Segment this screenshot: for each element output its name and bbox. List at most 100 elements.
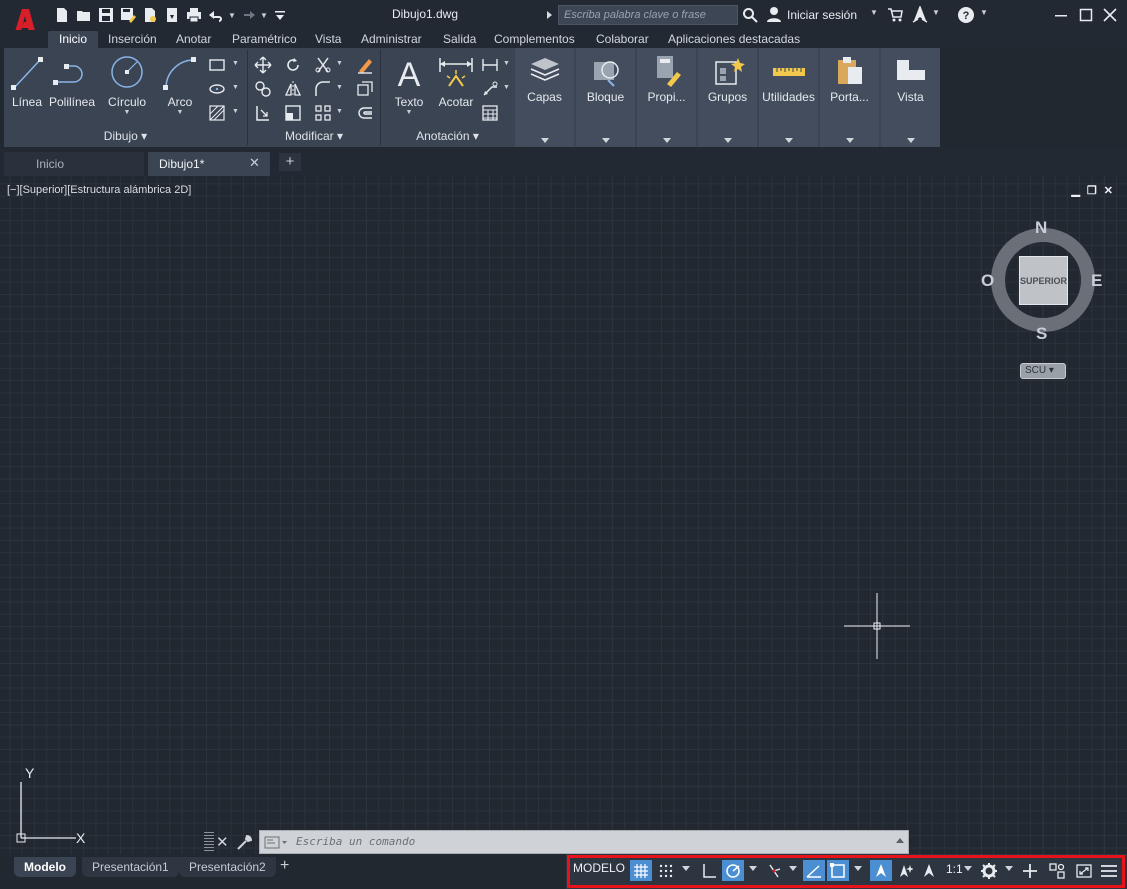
menu-icon[interactable] [1098, 860, 1120, 881]
chevron-down-icon[interactable]: ▼ [932, 8, 940, 17]
undo-dropdown-icon[interactable]: ▼ [228, 5, 236, 25]
autodesk-a360-icon[interactable] [911, 6, 929, 24]
chevron-down-icon[interactable]: ▼ [232, 84, 239, 91]
stretch-icon[interactable] [254, 104, 272, 122]
viewport-minimize-icon[interactable]: ▁ [1071, 184, 1079, 197]
gradient-icon[interactable] [208, 104, 226, 122]
scale-icon[interactable] [284, 104, 302, 122]
line-tool[interactable]: Línea [10, 54, 44, 109]
viewcube[interactable]: N S E O SUPERIOR [981, 218, 1102, 344]
layout-tab-modelo[interactable]: Modelo [14, 857, 76, 877]
tab-vista[interactable]: Vista [315, 31, 341, 49]
chevron-down-icon[interactable]: ▼ [503, 60, 510, 67]
redo-dropdown-icon[interactable]: ▼ [260, 5, 268, 25]
tab-anotar[interactable]: Anotar [176, 31, 211, 49]
explode-icon[interactable] [356, 80, 374, 98]
viewcube-south[interactable]: S [1036, 324, 1047, 344]
isometric-drafting-icon[interactable] [763, 860, 785, 881]
command-line-close-icon[interactable]: ✕ [216, 833, 229, 851]
close-icon[interactable] [1099, 4, 1121, 26]
command-input[interactable]: Escriba un comando [259, 830, 909, 854]
copy-icon[interactable] [254, 80, 272, 98]
chevron-down-icon[interactable] [854, 866, 862, 871]
save-icon[interactable] [96, 5, 116, 25]
chevron-down-icon[interactable]: ▼ [336, 60, 343, 67]
panel-utilidades[interactable]: Utilidades [759, 48, 818, 147]
panel-modificar-label[interactable]: Modificar ▾ [248, 129, 380, 143]
signin-button[interactable]: Iniciar sesión [787, 8, 857, 22]
save-web-icon[interactable] [162, 5, 182, 25]
tab-salida[interactable]: Salida [443, 31, 476, 49]
viewport-controls-label[interactable]: [−][Superior][Estructura alámbrica 2D] [7, 184, 191, 196]
command-history-icon[interactable] [264, 836, 288, 849]
new-icon[interactable] [52, 5, 72, 25]
offset-icon[interactable] [356, 104, 374, 122]
object-snap-tracking-icon[interactable] [803, 860, 825, 881]
minimize-icon[interactable] [1050, 4, 1072, 26]
chevron-down-icon[interactable] [964, 866, 972, 871]
tab-administrar[interactable]: Administrar [361, 31, 422, 49]
fullscreen-icon[interactable] [1073, 860, 1095, 881]
viewcube-north[interactable]: N [1035, 218, 1047, 238]
viewport-restore-icon[interactable]: ❐ [1087, 184, 1097, 197]
file-tab-inicio[interactable]: Inicio [4, 152, 144, 176]
user-icon[interactable] [766, 6, 782, 22]
help-icon[interactable]: ? [957, 6, 975, 24]
model-space-button[interactable]: MODELO [573, 861, 625, 875]
chevron-down-icon[interactable] [682, 866, 690, 871]
viewcube-east[interactable]: E [1091, 271, 1102, 291]
fillet-icon[interactable] [314, 80, 332, 98]
ortho-mode-icon[interactable] [698, 860, 720, 881]
rectangle-icon[interactable] [208, 56, 226, 74]
isolate-objects-icon[interactable] [1046, 860, 1068, 881]
plus-icon[interactable] [1019, 860, 1041, 881]
grid-toggle-icon[interactable] [630, 860, 652, 881]
open-web-icon[interactable] [140, 5, 160, 25]
add-layout-icon[interactable]: + [280, 857, 289, 875]
panel-portapapeles[interactable]: Porta... [820, 48, 879, 147]
ucs-icon[interactable]: Y X [14, 765, 94, 848]
search-input[interactable]: Escriba palabra clave o frase [558, 5, 738, 25]
arc-tool[interactable]: Arco ▼ [162, 54, 198, 116]
viewcube-west[interactable]: O [981, 271, 994, 291]
panel-grupos[interactable]: Grupos [698, 48, 757, 147]
search-icon[interactable] [742, 7, 758, 23]
chevron-down-icon[interactable]: ▼ [980, 8, 988, 17]
panel-bloque[interactable]: Bloque [576, 48, 635, 147]
tab-colaborar[interactable]: Colaborar [596, 31, 649, 49]
scale-value[interactable]: 1:1 [946, 862, 963, 876]
tab-complementos[interactable]: Complementos [494, 31, 575, 49]
command-line-grip[interactable] [204, 832, 214, 852]
chevron-down-icon[interactable] [789, 866, 797, 871]
chevron-down-icon[interactable]: ▼ [336, 84, 343, 91]
undo-icon[interactable] [206, 5, 226, 25]
viewport-close-icon[interactable]: ✕ [1104, 184, 1113, 197]
leader-icon[interactable] [481, 80, 499, 98]
rotate-icon[interactable] [284, 56, 302, 74]
layout-tab-presentacion2[interactable]: Presentación2 [179, 857, 276, 877]
annotation-scale-icon[interactable] [918, 860, 940, 881]
search-expand-icon[interactable] [547, 11, 552, 19]
table-icon[interactable] [481, 104, 499, 122]
erase-icon[interactable] [356, 56, 374, 74]
chevron-down-icon[interactable]: ▼ [503, 84, 510, 91]
chevron-up-icon[interactable] [896, 838, 904, 843]
wrench-icon[interactable] [236, 833, 254, 851]
ucs-menu-button[interactable]: SCU ▾ [1020, 363, 1066, 379]
array-icon[interactable] [314, 104, 332, 122]
chevron-down-icon[interactable]: ▼ [232, 60, 239, 67]
chevron-down-icon[interactable] [1005, 866, 1013, 871]
chevron-down-icon[interactable] [749, 866, 757, 871]
plot-icon[interactable] [184, 5, 204, 25]
cart-icon[interactable] [887, 7, 903, 23]
annotation-visibility-icon[interactable] [870, 860, 892, 881]
polyline-tool[interactable]: Polilínea [48, 54, 96, 109]
open-icon[interactable] [74, 5, 94, 25]
viewcube-top-face[interactable]: SUPERIOR [1019, 256, 1068, 305]
tab-aplicaciones-destacadas[interactable]: Aplicaciones destacadas [668, 31, 800, 49]
save-as-icon[interactable] [118, 5, 138, 25]
move-icon[interactable] [254, 56, 272, 74]
drawing-viewport[interactable]: [−][Superior][Estructura alámbrica 2D] ▁… [0, 176, 1127, 854]
redo-icon[interactable] [238, 5, 258, 25]
panel-anotacion-label[interactable]: Anotación ▾ [381, 129, 514, 143]
